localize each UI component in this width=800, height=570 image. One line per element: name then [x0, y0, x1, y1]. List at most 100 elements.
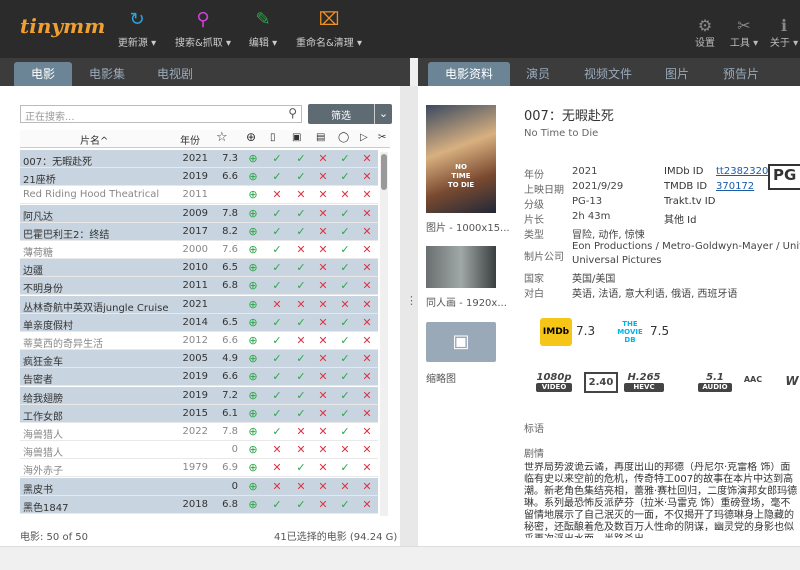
check-icon: ✓: [272, 425, 282, 438]
info-icon: ℹ: [780, 16, 788, 35]
table-row[interactable]: 不明身份 2011 6.8 ⊕ ✓ ✓ ✕ ✓ ✕: [20, 277, 378, 296]
row-rating: 6.6: [222, 371, 238, 383]
list-scrollbar[interactable]: [380, 152, 388, 516]
row-title: 薄荷糖: [23, 248, 53, 259]
rename-clean-button[interactable]: ⌧ 重命名&清理 ▾: [290, 6, 368, 49]
filter-button[interactable]: 筛选 ⌄: [308, 104, 392, 124]
audio-codec-badge: AAC: [743, 375, 763, 384]
table-row[interactable]: 007：无暇赴死 2021 7.3 ⊕ ✓ ✓ ✕ ✓ ✕: [20, 150, 378, 168]
table-row[interactable]: 疯狂金车 2005 4.9 ⊕ ✓ ✓ ✕ ✓ ✕: [20, 350, 378, 369]
table-row[interactable]: 海兽猎人 2022 7.8 ⊕ ✓ ✕ ✕ ✓ ✕: [20, 423, 378, 441]
row-rating: 7.8: [222, 426, 238, 437]
tmdb-id-label: TMDB ID: [664, 181, 708, 192]
check-icon: ✓: [340, 461, 350, 475]
other-id-label: 其他 Id: [664, 215, 697, 226]
row-title: Red Riding Hood Theatrical: [23, 189, 160, 201]
cross-icon: ✕: [296, 297, 306, 311]
table-row[interactable]: 巴霍巴利王2：终结 2017 8.2 ⊕ ✓ ✓ ✕ ✓ ✕: [20, 222, 378, 241]
fanart-image[interactable]: [426, 246, 496, 288]
film-icon[interactable]: ▤: [316, 132, 325, 143]
table-row[interactable]: 黑皮书 0 ⊕ ✕ ✕ ✕ ✕ ✕: [20, 477, 378, 496]
cross-icon: ✕: [318, 243, 328, 256]
table-row[interactable]: 给我翅膀 2019 7.2 ⊕ ✓ ✓ ✕ ✓ ✕: [20, 386, 378, 405]
row-year: 2000: [182, 244, 208, 255]
nfo-icon[interactable]: ⊕: [246, 130, 256, 144]
cross-icon: ✕: [318, 188, 328, 202]
update-source-button[interactable]: ↻ 更新源 ▾: [108, 6, 166, 49]
table-row[interactable]: 阿凡达 2009 7.8 ⊕ ✓ ✓ ✕ ✓ ✕: [20, 204, 378, 223]
cross-icon: ✕: [362, 370, 372, 384]
nfo-status-icon: ⊕: [248, 497, 258, 511]
tab-movie-sets[interactable]: 电影集: [78, 62, 136, 86]
tmdb-id-link[interactable]: 370172: [716, 181, 754, 192]
cross-icon: ✕: [318, 315, 328, 329]
nfo-status-icon: ⊕: [248, 279, 258, 293]
poster-image[interactable]: NO TIME TO DIE: [426, 105, 496, 213]
edit-button[interactable]: ✎ 编辑 ▾: [240, 6, 286, 49]
check-icon: ✓: [272, 261, 282, 275]
table-row[interactable]: 单亲度假村 2014 6.5 ⊕ ✓ ✓ ✕ ✓ ✕: [20, 313, 378, 332]
row-rating: 6.6: [222, 335, 238, 346]
subtitle-icon[interactable]: ◯: [338, 132, 349, 143]
imdb-id-label: IMDb ID: [664, 166, 704, 177]
cross-icon: ✕: [362, 261, 372, 275]
check-icon: ✓: [296, 461, 306, 475]
check-icon: ✓: [272, 279, 282, 293]
wrench-icon[interactable]: ✂: [378, 132, 386, 143]
wrench-icon: ✂: [737, 16, 751, 35]
cross-icon: ✕: [318, 352, 328, 366]
scrollbar-thumb[interactable]: [381, 154, 387, 190]
table-row[interactable]: Red Riding Hood Theatrical 2011 ⊕ ✕ ✕ ✕ ✕ ✕: [20, 186, 378, 205]
file-icon[interactable]: ▯: [270, 132, 276, 143]
thumb-placeholder-icon[interactable]: ▣: [426, 322, 496, 362]
check-icon: ✓: [340, 315, 350, 329]
nfo-status-icon: ⊕: [248, 170, 258, 184]
check-icon: ✓: [296, 152, 306, 165]
tab-movie-info[interactable]: 电影资料: [428, 62, 510, 86]
tab-movies[interactable]: 电影: [14, 62, 72, 86]
star-icon[interactable]: ☆: [216, 130, 228, 145]
column-year[interactable]: 年份: [180, 132, 200, 147]
tab-media-files[interactable]: 视频文件: [570, 62, 646, 86]
video-codec-badge: H.265 HEVC: [624, 372, 664, 392]
cross-icon: ✕: [318, 479, 328, 493]
row-title: 单亲度假村: [23, 320, 73, 332]
tab-cast[interactable]: 演员: [514, 62, 562, 86]
row-year: 2014: [182, 316, 208, 328]
table-row[interactable]: 海外赤子 1979 6.9 ⊕ ✕ ✓ ✕ ✓ ✕: [20, 459, 378, 478]
play-icon[interactable]: ▷: [360, 132, 368, 143]
table-row[interactable]: 边疆 2010 6.5 ⊕ ✓ ✓ ✕ ✓ ✕: [20, 259, 378, 278]
table-row[interactable]: 21座桥 2019 6.6 ⊕ ✓ ✓ ✕ ✓ ✕: [20, 168, 378, 187]
chevron-down-icon[interactable]: ⌄: [374, 104, 392, 124]
table-row[interactable]: 工作女郎 2015 6.1 ⊕ ✓ ✓ ✕ ✓ ✕: [20, 404, 378, 423]
check-icon: ✓: [296, 261, 306, 275]
settings-button[interactable]: ⚙ 设置: [690, 16, 720, 49]
search-scrape-button[interactable]: ⚲ 搜索&抓取 ▾: [168, 6, 238, 49]
movie-title: 007：无暇赴死: [524, 109, 614, 124]
about-button[interactable]: ℹ 关于 ▾: [768, 16, 800, 49]
tools-button[interactable]: ✂ 工具 ▾: [724, 16, 764, 49]
value-genre: 冒险, 动作, 惊悚: [572, 230, 645, 241]
table-row[interactable]: 丛林奇航中英双语jungle Cruise 2021 ⊕ ✕ ✕ ✕ ✕ ✕: [20, 295, 378, 314]
table-row[interactable]: 告密者 2019 6.6 ⊕ ✓ ✓ ✕ ✓ ✕: [20, 368, 378, 387]
tab-trailer[interactable]: 预告片: [710, 62, 772, 86]
column-title[interactable]: 片名^: [80, 132, 108, 147]
panel-splitter[interactable]: ⋮: [400, 86, 418, 546]
cross-icon: ✕: [318, 297, 328, 311]
tab-tv-shows[interactable]: 电视剧: [146, 62, 204, 86]
table-row[interactable]: 薄荷糖 2000 7.6 ⊕ ✓ ✕ ✕ ✓ ✕: [20, 241, 378, 259]
table-row[interactable]: 黑色1847 2018 6.8 ⊕ ✓ ✓ ✕ ✓ ✕: [20, 495, 378, 514]
imdb-id-link[interactable]: tt2382320: [716, 166, 768, 177]
app-logo: tinymm: [20, 14, 106, 38]
check-icon: ✓: [340, 170, 350, 184]
search-input[interactable]: 正在搜索... ⚲: [20, 105, 302, 123]
check-icon: ✓: [340, 388, 350, 402]
table-row[interactable]: 海兽猎人 0 ⊕ ✕ ✕ ✕ ✕ ✕: [20, 441, 378, 460]
tab-artwork[interactable]: 图片: [654, 62, 700, 86]
image-icon[interactable]: ▣: [292, 132, 301, 143]
check-icon: ✓: [296, 388, 306, 402]
table-row[interactable]: 蒂莫西的奇异生活 2012 6.6 ⊕ ✓ ✕ ✕ ✓ ✕: [20, 332, 378, 350]
row-title: 不明身份: [23, 284, 63, 296]
cross-icon: ✕: [340, 188, 350, 202]
row-title: 海外赤子: [23, 466, 63, 478]
